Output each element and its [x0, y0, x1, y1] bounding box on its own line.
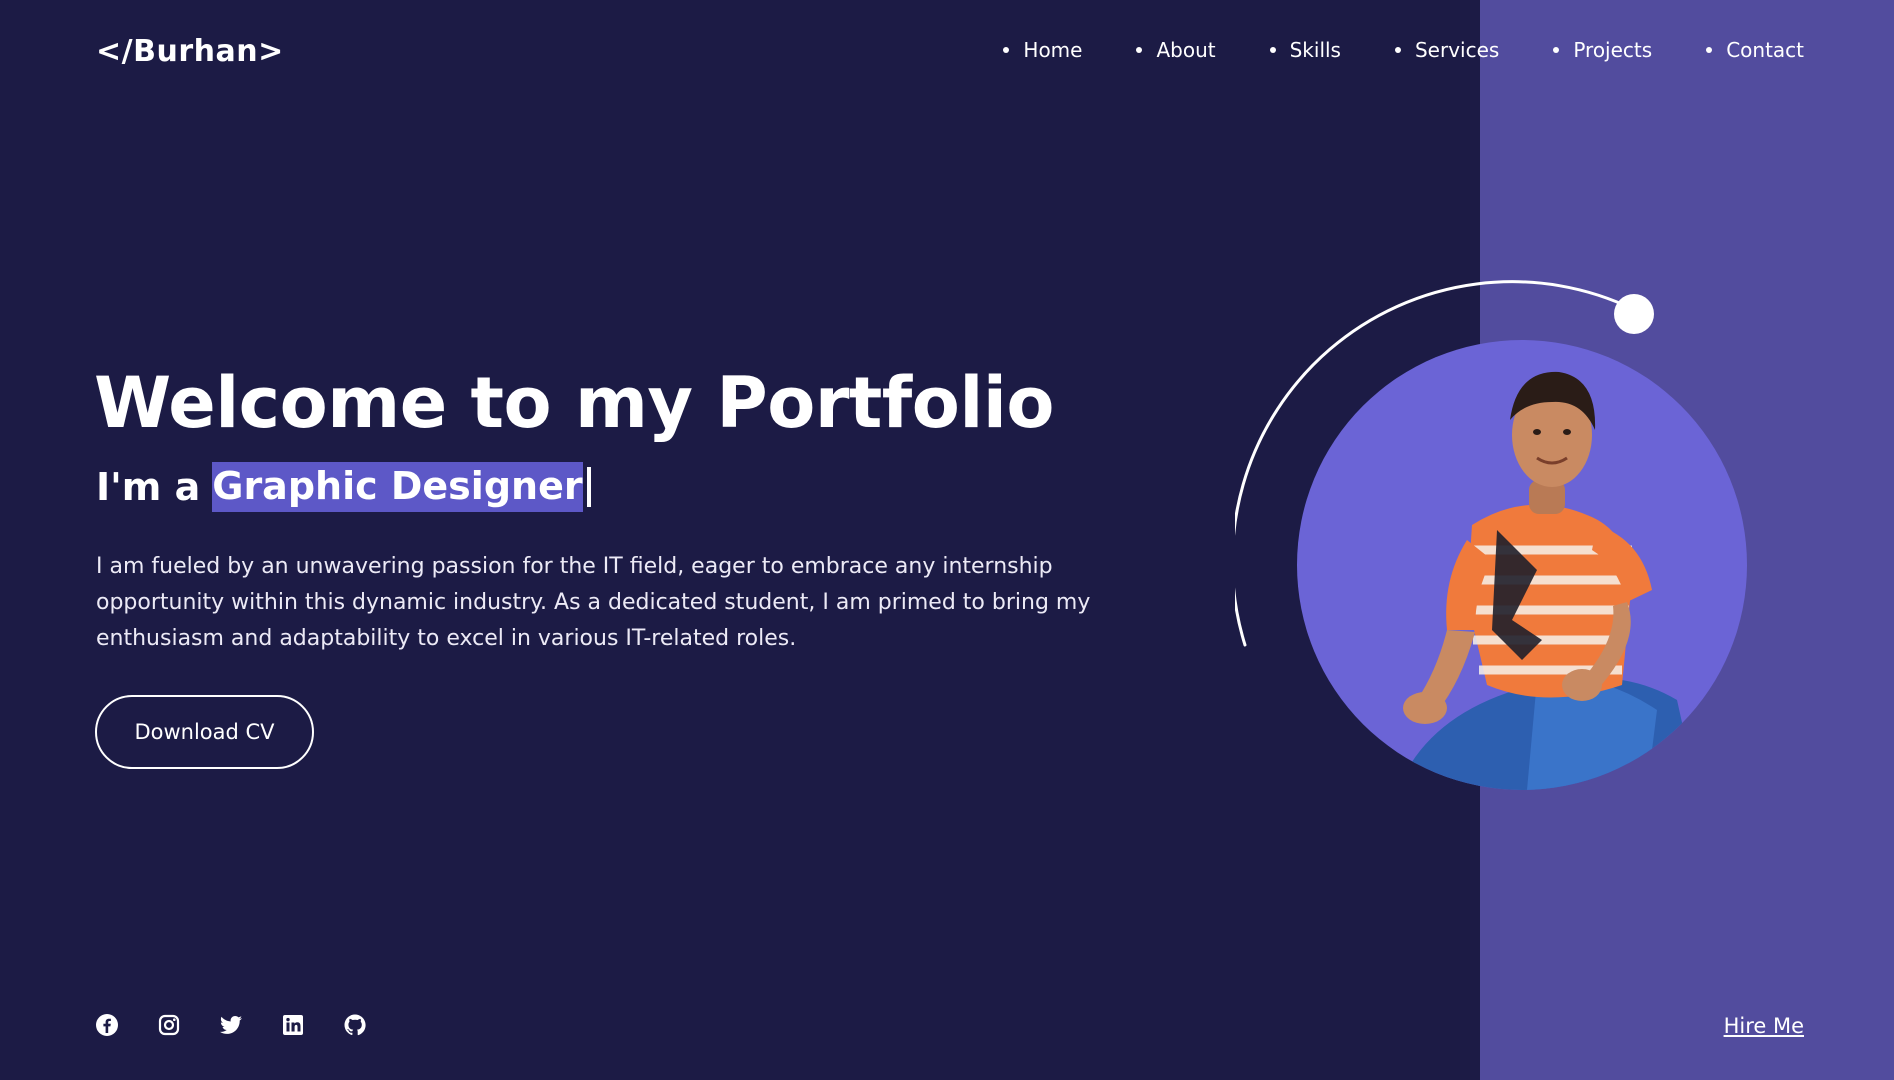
nav-about[interactable]: About — [1136, 38, 1216, 62]
nav-label: Skills — [1289, 38, 1341, 62]
bullet-icon — [1706, 47, 1713, 53]
nav-skills[interactable]: Skills — [1269, 38, 1341, 62]
site-logo[interactable]: </Burhan> — [96, 34, 284, 69]
hero-subtitle: I'm a Graphic Designer — [96, 462, 591, 512]
nav-label: Contact — [1726, 38, 1804, 62]
instagram-icon[interactable] — [156, 1012, 182, 1038]
nav-projects[interactable]: Projects — [1553, 38, 1652, 62]
nav-home[interactable]: Home — [1003, 38, 1082, 62]
hero-bio: I am fueled by an unwavering passion for… — [96, 554, 1091, 651]
nav-label: Services — [1414, 38, 1500, 62]
bullet-icon — [1003, 47, 1010, 53]
nav-label: About — [1156, 38, 1216, 62]
github-icon[interactable] — [342, 1012, 368, 1038]
nav-label: Home — [1023, 38, 1083, 62]
social-links — [94, 1012, 404, 1038]
nav-services[interactable]: Services — [1394, 38, 1500, 62]
typing-caret — [586, 467, 591, 507]
portrait-area — [1235, 280, 1747, 800]
profile-photo — [1297, 340, 1747, 790]
main-nav: Home About Skills Services Projects Cont… — [949, 38, 1804, 62]
nav-contact[interactable]: Contact — [1706, 38, 1804, 62]
typed-role: Graphic Designer — [212, 462, 583, 512]
nav-label: Projects — [1573, 38, 1653, 62]
hero-title: Welcome to my Portfolio — [94, 362, 1054, 444]
orbit-dot — [1614, 294, 1654, 334]
facebook-icon[interactable] — [94, 1012, 120, 1038]
bullet-icon — [1394, 47, 1401, 53]
bullet-icon — [1553, 47, 1560, 53]
hire-me-link[interactable]: Hire Me — [1724, 1014, 1804, 1038]
subtitle-prefix: I'm a — [96, 465, 201, 509]
twitter-icon[interactable] — [218, 1012, 244, 1038]
person-illustration — [1387, 371, 1697, 790]
linkedin-icon[interactable] — [280, 1012, 306, 1038]
bullet-icon — [1269, 47, 1276, 53]
bullet-icon — [1136, 47, 1143, 53]
download-cv-button[interactable]: Download CV — [95, 695, 314, 769]
